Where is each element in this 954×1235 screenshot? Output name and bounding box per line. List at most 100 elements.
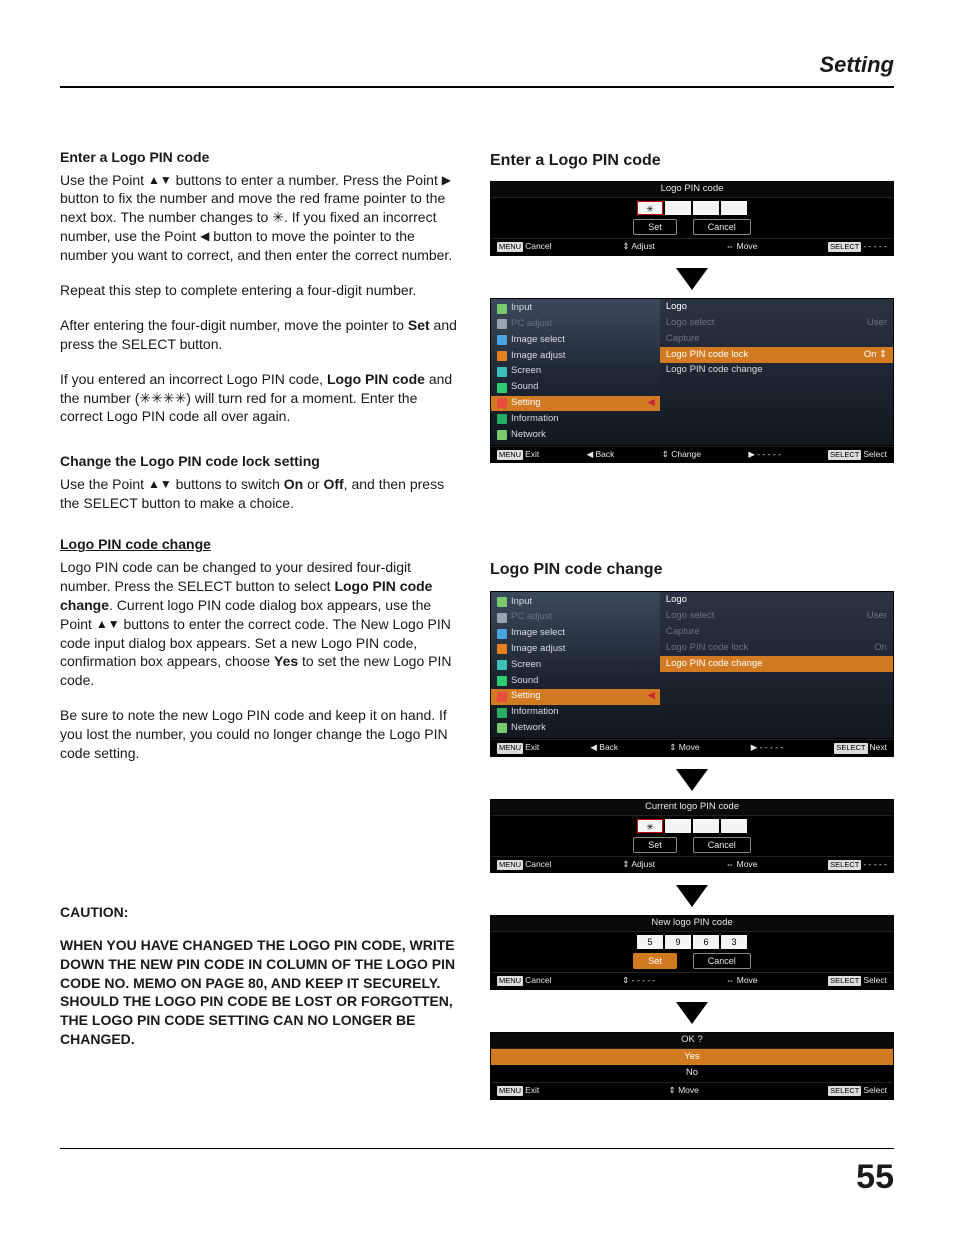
menu-item-label: Screen <box>511 659 541 672</box>
menu-icon <box>496 707 507 718</box>
arrow-down-icon <box>676 769 708 791</box>
menu-item-image-adjust[interactable]: Image adjust <box>491 348 660 364</box>
pin-digit-2[interactable] <box>665 819 691 833</box>
heading-pin-change: Logo PIN code change <box>60 535 464 554</box>
heading-enter-pin: Enter a Logo PIN code <box>60 148 464 167</box>
menu-item-label: Information <box>511 706 559 719</box>
menu-item-information[interactable]: Information <box>491 705 660 721</box>
arrow-down-icon <box>676 268 708 290</box>
para-enter-1: Use the Point ▲▼ buttons to enter a numb… <box>60 171 464 265</box>
menu-item-label: Input <box>511 302 532 315</box>
hint-bar-menu-b: MENUExit ◀ Back ⇕ Move ▶ - - - - - SELEC… <box>490 739 894 756</box>
menu-icon <box>496 319 507 330</box>
menu-item-image-select[interactable]: Image select <box>491 626 660 642</box>
menu-item-setting[interactable]: Setting◀ <box>491 689 660 705</box>
cancel-button[interactable]: Cancel <box>693 219 751 235</box>
menu-item-sound[interactable]: Sound <box>491 673 660 689</box>
confirm-dialog: OK ? Yes No MENUExit ⇕ Move SELECTSelect <box>490 1032 894 1100</box>
figures-column: Enter a Logo PIN code Logo PIN code ✳ Se… <box>490 148 894 1108</box>
menu-item-image-select[interactable]: Image select <box>491 332 660 348</box>
menu-item-sound[interactable]: Sound <box>491 380 660 396</box>
para-pin-change-2: Be sure to note the new Logo PIN code an… <box>60 706 464 763</box>
menu-item-label: Image adjust <box>511 643 565 656</box>
submenu-header: Logo <box>660 299 893 316</box>
footer-rule <box>60 1148 894 1149</box>
caution-body: WHEN YOU HAVE CHANGED THE LOGO PIN CODE,… <box>60 936 464 1049</box>
menu-item-label: Network <box>511 722 546 735</box>
menu-item-screen[interactable]: Screen <box>491 657 660 673</box>
menu-icon <box>496 351 507 362</box>
pin-digit-4[interactable]: 3 <box>721 935 747 949</box>
menu-icon <box>496 398 507 409</box>
menu-icon <box>496 414 507 425</box>
menu-icon <box>496 691 507 702</box>
menu-icon <box>496 430 507 441</box>
pointer-icon: ◀ <box>648 397 655 410</box>
dialog-title: Current logo PIN code <box>491 800 893 816</box>
submenu-item-logo-pin-code-lock[interactable]: Logo PIN code lockOn <box>660 641 893 657</box>
menu-item-setting[interactable]: Setting◀ <box>491 396 660 412</box>
pin-digit-1[interactable]: 5 <box>637 935 663 949</box>
hint-bar: MENUCancel ⇕ - - - - - ⇔ Move SELECTSele… <box>491 972 893 988</box>
menu-icon <box>496 612 507 623</box>
menu-item-screen[interactable]: Screen <box>491 364 660 380</box>
set-button[interactable]: Set <box>633 219 677 235</box>
menu-icon <box>496 596 507 607</box>
pointer-icon: ◀ <box>648 690 655 703</box>
menu-item-label: Sound <box>511 381 538 394</box>
submenu-item-capture[interactable]: Capture <box>660 331 893 347</box>
menu-icon <box>496 303 507 314</box>
submenu-item-logo-pin-code-change[interactable]: Logo PIN code change <box>660 656 893 672</box>
menu-panel-change: InputPC adjustImage select Image adjust Sc… <box>490 591 894 739</box>
submenu-label: Logo PIN code change <box>666 364 763 377</box>
hint-bar: MENUCancel ⇕ Adjust ⇔ Move SELECT- - - -… <box>491 238 893 254</box>
hint-bar: MENUExit ⇕ Move SELECTSelect <box>491 1082 893 1098</box>
hint-bar: MENUCancel ⇕ Adjust ⇔ Move SELECT- - - -… <box>491 856 893 872</box>
submenu-item-logo-pin-code-change[interactable]: Logo PIN code change <box>660 363 893 379</box>
dialog-title: Logo PIN code <box>491 182 893 198</box>
cancel-button[interactable]: Cancel <box>693 953 751 969</box>
pin-digit-4[interactable] <box>721 819 747 833</box>
arrow-down-icon <box>676 1002 708 1024</box>
menu-item-information[interactable]: Information <box>491 411 660 427</box>
submenu-item-logo-pin-code-lock[interactable]: Logo PIN code lockOn ⇕ <box>660 347 893 363</box>
pin-digit-2[interactable]: 9 <box>665 935 691 949</box>
menu-item-network[interactable]: Network <box>491 427 660 443</box>
menu-item-input[interactable]: Input <box>491 301 660 317</box>
no-button[interactable]: No <box>491 1065 893 1082</box>
pin-digit-3[interactable]: 6 <box>693 935 719 949</box>
submenu-header: Logo <box>660 592 893 609</box>
menu-item-pc-adjust[interactable]: PC adjust <box>491 317 660 333</box>
page-header: Setting <box>60 50 894 80</box>
menu-item-pc-adjust[interactable]: PC adjust <box>491 610 660 626</box>
submenu-item-logo-select[interactable]: Logo selectUser <box>660 609 893 625</box>
text-column: Enter a Logo PIN code Use the Point ▲▼ b… <box>60 148 464 1108</box>
menu-item-label: Image adjust <box>511 350 565 363</box>
pin-digit-2[interactable] <box>665 201 691 215</box>
pin-dialog-enter: Logo PIN code ✳ Set Cancel MENUCancel ⇕ … <box>490 181 894 255</box>
pin-digit-4[interactable] <box>721 201 747 215</box>
set-button[interactable]: Set <box>633 837 677 853</box>
submenu-item-capture[interactable]: Capture <box>660 625 893 641</box>
menu-panel-lock: Input PC adjustImage select Image adjustSc… <box>490 298 894 446</box>
menu-item-image-adjust[interactable]: Image adjust <box>491 642 660 658</box>
menu-item-label: Image select <box>511 627 565 640</box>
pin-digit-3[interactable] <box>693 201 719 215</box>
pin-digit-3[interactable] <box>693 819 719 833</box>
cancel-button[interactable]: Cancel <box>693 837 751 853</box>
yes-button[interactable]: Yes <box>491 1049 893 1066</box>
menu-item-input[interactable]: Input <box>491 594 660 610</box>
pin-dialog-new: New logo PIN code 5 9 6 3 Set Cancel MEN… <box>490 915 894 989</box>
menu-item-network[interactable]: Network <box>491 721 660 737</box>
set-button[interactable]: Set <box>633 953 677 969</box>
caution-heading: CAUTION: <box>60 903 464 922</box>
figure-a-title: Enter a Logo PIN code <box>490 150 894 172</box>
para-enter-4: If you entered an incorrect Logo PIN cod… <box>60 370 464 427</box>
submenu-item-logo-select[interactable]: Logo selectUser <box>660 316 893 332</box>
menu-icon <box>496 644 507 655</box>
pin-digit-1[interactable]: ✳ <box>637 819 663 833</box>
menu-item-label: Input <box>511 596 532 609</box>
submenu-label: Logo PIN code lock <box>666 349 748 362</box>
pin-dialog-current: Current logo PIN code ✳ Set Cancel MENUC… <box>490 799 894 873</box>
pin-digit-1[interactable]: ✳ <box>637 201 663 215</box>
